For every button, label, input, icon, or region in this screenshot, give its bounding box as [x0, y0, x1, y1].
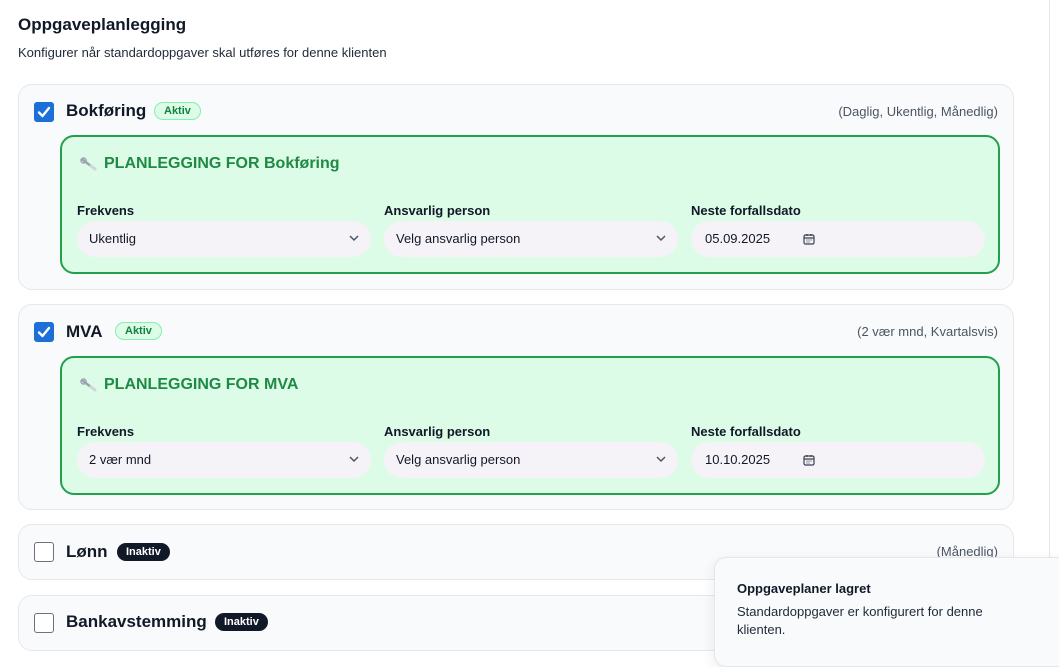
- task-checkbox-lonn[interactable]: [34, 542, 54, 562]
- status-badge: Aktiv: [115, 322, 162, 340]
- responsible-select[interactable]: Velg ansvarlig person: [384, 442, 678, 478]
- toast-notification[interactable]: Oppgaveplaner lagret Standardoppgaver er…: [714, 557, 1059, 667]
- frequency-select[interactable]: Ukentlig: [77, 221, 371, 257]
- task-name: Bokføring: [66, 101, 147, 120]
- frequency-options-hint: (2 vær mnd, Kvartalsvis): [857, 324, 998, 339]
- calendar-icon[interactable]: [803, 233, 815, 245]
- frequency-value: 2 vær mnd: [89, 452, 152, 467]
- chevron-down-icon: [349, 235, 359, 242]
- chevron-down-icon: [349, 456, 359, 463]
- wrench-icon: [80, 378, 97, 392]
- next-due-label: Neste forfallsdato: [691, 424, 801, 439]
- task-card-mva: MVA Aktiv (2 vær mnd, Kvartalsvis) PLANL…: [18, 304, 1014, 510]
- frequency-label: Frekvens: [77, 203, 135, 218]
- task-name: Bankavstemming: [66, 612, 207, 631]
- page-subtitle: Konfigurer når standardoppgaver skal utf…: [18, 45, 387, 60]
- wrench-icon: [80, 157, 97, 171]
- task-name: Lønn: [66, 542, 108, 561]
- panel-title-text: PLANLEGGING FOR Bokføring: [104, 155, 340, 172]
- status-badge: Inaktiv: [215, 613, 268, 631]
- toast-message: Standardoppgaver er konfigurert for denn…: [737, 604, 983, 637]
- responsible-value: Velg ansvarlig person: [396, 452, 521, 467]
- planning-panel-mva: PLANLEGGING FOR MVA Frekvens 2 vær mnd A…: [60, 356, 1000, 495]
- next-due-date-input[interactable]: 05.09.2025: [691, 221, 985, 257]
- next-due-date-input[interactable]: 10.10.2025: [691, 442, 985, 478]
- checkbox-checked-icon: [37, 106, 51, 118]
- frequency-label: Frekvens: [77, 424, 135, 439]
- next-due-label: Neste forfallsdato: [691, 203, 801, 218]
- responsible-label: Ansvarlig person: [384, 203, 491, 218]
- responsible-value: Velg ansvarlig person: [396, 231, 521, 246]
- chevron-down-icon: [656, 456, 666, 463]
- status-badge: Inaktiv: [117, 543, 170, 561]
- panel-title: PLANLEGGING FOR MVA: [80, 376, 298, 394]
- task-name: MVA: [66, 322, 103, 341]
- chevron-down-icon: [656, 235, 666, 242]
- next-due-value: 05.09.2025: [705, 231, 771, 246]
- checkbox-checked-icon: [37, 326, 51, 338]
- task-checkbox-mva[interactable]: [34, 322, 54, 342]
- task-checkbox-bokforing[interactable]: [34, 102, 54, 122]
- frequency-select[interactable]: 2 vær mnd: [77, 442, 371, 478]
- panel-title-text: PLANLEGGING FOR MVA: [104, 376, 299, 393]
- content-right-border: [1049, 0, 1050, 652]
- frequency-options-hint: (Daglig, Ukentlig, Månedlig): [838, 104, 998, 119]
- toast-title: Oppgaveplaner lagret: [737, 581, 871, 596]
- task-card-bokforing: Bokføring Aktiv (Daglig, Ukentlig, Måned…: [18, 84, 1014, 290]
- frequency-value: Ukentlig: [89, 231, 136, 246]
- next-due-value: 10.10.2025: [705, 452, 771, 467]
- status-badge: Aktiv: [154, 102, 201, 120]
- planning-panel-bokforing: PLANLEGGING FOR Bokføring Frekvens Ukent…: [60, 135, 1000, 274]
- responsible-label: Ansvarlig person: [384, 424, 491, 439]
- panel-title: PLANLEGGING FOR Bokføring: [80, 155, 340, 173]
- responsible-select[interactable]: Velg ansvarlig person: [384, 221, 678, 257]
- page-title: Oppgaveplanlegging: [18, 15, 187, 34]
- task-checkbox-bankavstemming[interactable]: [34, 613, 54, 633]
- calendar-icon[interactable]: [803, 454, 815, 466]
